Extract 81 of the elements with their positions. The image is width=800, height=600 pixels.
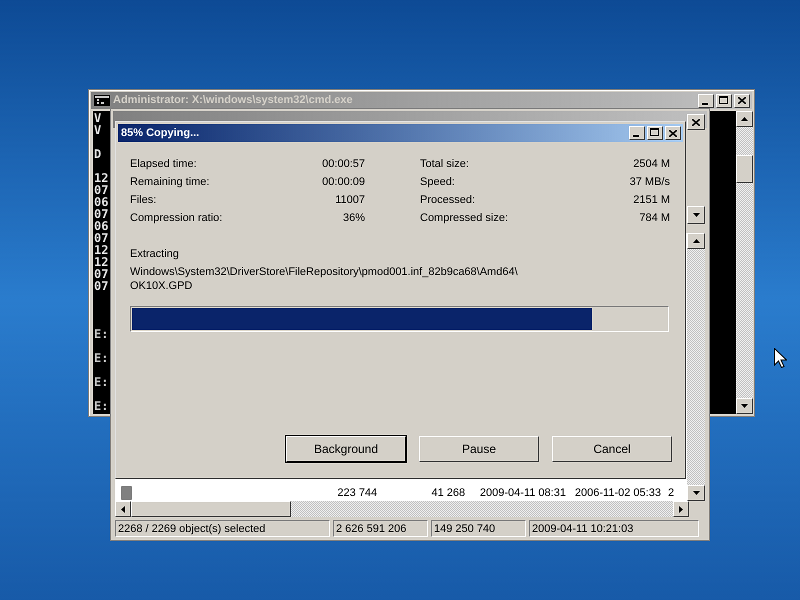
stat-value: 00:00:57 [322, 158, 365, 170]
status-field: 2009-04-11 10:21:03 [529, 520, 699, 537]
console-line: 07 [94, 268, 108, 280]
console-line: E: [94, 400, 108, 412]
vertical-scrollbar[interactable] [687, 233, 705, 501]
console-line: 07 [94, 280, 108, 292]
stat-value: 784 M [639, 212, 670, 224]
dropdown-button[interactable] [687, 206, 705, 224]
stat-label: Total size: [420, 158, 469, 170]
up-triangle-icon [741, 117, 748, 121]
close-button[interactable] [665, 126, 681, 140]
scroll-up-button[interactable] [736, 111, 753, 127]
down-triangle-icon [692, 491, 700, 495]
down-triangle-icon [692, 213, 700, 217]
close-icon [692, 118, 700, 126]
table-cell: 2009-04-11 08:31 [480, 486, 566, 499]
table-cell: 223 744 [337, 486, 378, 499]
table-cell: 2006-11-02 05:33 [574, 486, 661, 499]
console-line: 07 [94, 184, 108, 196]
stat-label: Elapsed time: [130, 158, 197, 170]
stat-value: 2151 M [633, 194, 670, 206]
table-cell: 41 268 [431, 486, 466, 499]
console-line: 12 [94, 172, 108, 184]
right-triangle-icon [679, 506, 683, 512]
mouse-pointer-icon [774, 348, 787, 368]
stat-label: Remaining time: [130, 176, 210, 188]
console-line: D [94, 148, 102, 160]
stat-label: Processed: [420, 194, 476, 206]
vertical-scrollbar[interactable] [736, 111, 753, 414]
status-field: 149 250 740 [431, 520, 526, 537]
console-line: 06 [94, 220, 108, 232]
console-line: 12 [94, 244, 108, 256]
window-title: Administrator: X:\windows\system32\cmd.exe [113, 93, 353, 108]
stat-label: Files: [130, 194, 156, 206]
console-icon [94, 95, 110, 106]
scroll-thumb[interactable] [736, 155, 753, 183]
close-icon [738, 97, 746, 104]
scroll-right-button[interactable] [673, 501, 689, 517]
status-label: Extracting [130, 247, 179, 261]
stat-value: 36% [342, 212, 365, 224]
status-field: 2 626 591 206 [333, 520, 428, 537]
stat-label: Compressed size: [420, 212, 508, 224]
console-line: E: [94, 328, 108, 340]
close-icon [669, 130, 677, 136]
file-path: Windows\System32\DriverStore\FileRepository\pmod001.inf_82b9ca68\Amd64\ OK10X.GPD [130, 265, 518, 293]
stat-value: 00:00:09 [322, 176, 365, 188]
scroll-up-button[interactable] [687, 233, 705, 249]
stat-label: Speed: [420, 176, 455, 188]
horizontal-scrollbar[interactable] [115, 501, 689, 517]
stat-label: Compression ratio: [130, 212, 222, 224]
down-triangle-icon [741, 404, 748, 408]
dialog-button[interactable]: Background [286, 436, 406, 462]
maximize-button[interactable] [716, 94, 732, 108]
scroll-left-button[interactable] [115, 501, 131, 517]
minimize-button[interactable] [629, 126, 645, 140]
console-line: 07 [94, 232, 108, 244]
console-line: E: [94, 352, 108, 364]
table-cell: 2 [668, 486, 674, 499]
console-line: 12 [94, 256, 108, 268]
up-triangle-icon [692, 239, 700, 243]
stat-value: 11007 [335, 194, 365, 206]
stat-value: 2504 M [633, 158, 670, 170]
stat-value: 37 MB/s [630, 176, 670, 188]
scroll-down-button[interactable] [736, 398, 753, 414]
status-field: 2268 / 2269 object(s) selected [115, 520, 330, 537]
console-line: V [94, 112, 102, 124]
close-button[interactable] [734, 94, 750, 108]
minimize-button[interactable] [698, 94, 714, 108]
console-line: 07 [94, 208, 108, 220]
console-line: E: [94, 376, 108, 388]
left-triangle-icon [121, 506, 125, 512]
maximize-button[interactable] [647, 126, 663, 140]
close-button[interactable] [687, 114, 705, 130]
scroll-thumb[interactable] [131, 501, 291, 517]
console-line: V [94, 124, 102, 136]
dialog-button[interactable]: Cancel [552, 436, 672, 462]
dialog-title: 85% Copying... [121, 126, 200, 141]
file-icon [121, 486, 132, 500]
console-line: 06 [94, 196, 108, 208]
dialog-button[interactable]: Pause [419, 436, 539, 462]
scroll-down-button[interactable] [687, 485, 705, 501]
